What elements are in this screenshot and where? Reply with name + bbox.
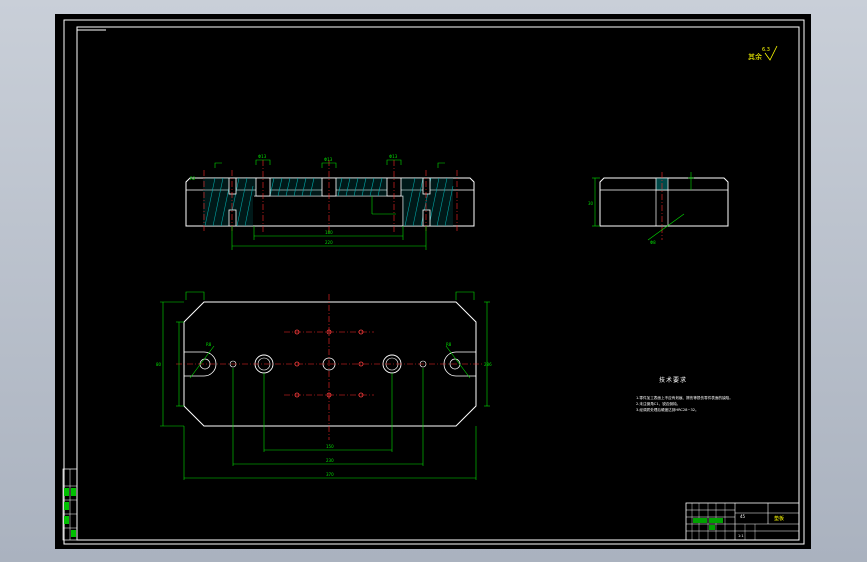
dim-plan-notch-left: R8 (206, 342, 212, 347)
cad-viewport: 其余 6.3 Φ13 Φ13 Φ13 180 220 R2 30 Φ8 370 … (0, 0, 867, 562)
dim-plan-hole-span: 230 (326, 458, 334, 463)
dim-plan-notch-right: R8 (446, 342, 452, 347)
roughness-value: 6.3 (762, 47, 770, 53)
dim-front-left: R2 (190, 176, 196, 181)
dim-side-hole: Φ8 (650, 240, 656, 245)
notes-title: 技术要求 (659, 376, 687, 384)
dim-side-height: 30 (588, 201, 594, 206)
notes-item-2: 2.未注倒角C1，锐边倒钝。 (636, 401, 680, 406)
title-block-scale: 1:1 (738, 534, 744, 538)
drawing-area (55, 14, 811, 549)
dim-front-top-3: Φ13 (389, 154, 398, 159)
dim-plan-overall-length: 370 (326, 472, 334, 477)
notes-item-1: 1.零件加工表面上不应有划痕、擦伤等损伤零件表面的缺陷。 (636, 395, 733, 400)
dim-front-top-1: Φ13 (258, 154, 267, 159)
dim-plan-width: 80 (156, 362, 162, 367)
dim-plan-right: 286 (484, 362, 492, 367)
dim-front-bottom-2: 220 (325, 240, 333, 245)
dim-front-top-2: Φ13 (324, 157, 333, 162)
title-block-material: 45 (740, 514, 746, 519)
roughness-label: 其余 (748, 52, 762, 61)
dim-front-bottom-1: 180 (325, 230, 333, 235)
notes-item-3: 3.经调质处理后硬度达到HRC28~32。 (636, 407, 699, 412)
drawing-canvas[interactable]: 其余 6.3 Φ13 Φ13 Φ13 180 220 R2 30 Φ8 370 … (0, 0, 867, 562)
title-block-part-name: 垫板 (774, 515, 784, 522)
dim-plan-bore-span: 150 (326, 444, 334, 449)
